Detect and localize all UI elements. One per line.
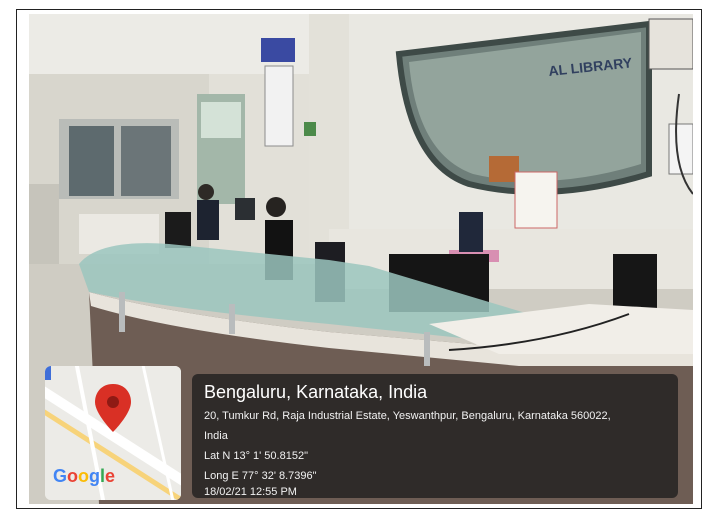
datetime-text: 18/02/21 12:55 PM (204, 486, 297, 498)
longitude-text: Long E 77° 32' 8.7396" (204, 470, 317, 482)
map-thumbnail: Google (45, 366, 181, 500)
address-line-2: India (204, 430, 228, 442)
location-title: Bengaluru, Karnataka, India (204, 382, 428, 402)
photo-frame: AL LIBRARY Google Bengaluru, Karnataka, … (16, 9, 702, 509)
address-line-1: 20, Tumkur Rd, Raja Industrial Estate, Y… (204, 410, 611, 422)
google-logo: Google (53, 466, 116, 486)
latitude-text: Lat N 13° 1' 50.8152" (204, 450, 308, 462)
geotag-card: Bengaluru, Karnataka, India 20, Tumkur R… (192, 374, 678, 498)
